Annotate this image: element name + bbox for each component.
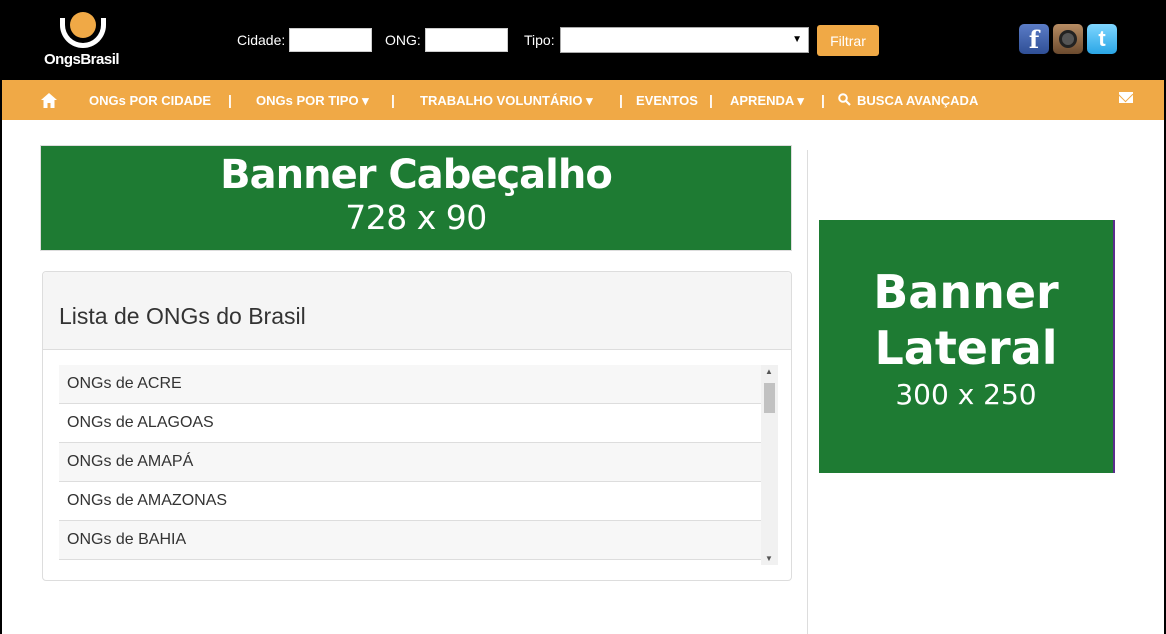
tipo-filter: Tipo: [524,28,559,52]
twitter-icon[interactable]: t [1087,24,1117,54]
camera-lens-icon [1059,30,1077,48]
nav-aprenda[interactable]: APRENDA ▾ [730,93,804,109]
nav-separator: | [228,92,232,108]
column-divider [807,150,808,634]
ongsbrasil-logo[interactable]: OngsBrasil [42,8,130,70]
scroll-thumb[interactable] [764,383,775,413]
side-banner-title-line2: Lateral [874,321,1058,375]
main-nav: ONGs POR CIDADE | ONGs POR TIPO ▾ | TRAB… [2,80,1164,120]
ong-filter: ONG: [385,28,508,52]
header-banner-ad[interactable]: Banner Cabeçalho 728 x 90 [40,145,792,251]
list-item[interactable]: ONGs de AMAPÁ [59,443,761,482]
home-icon[interactable] [41,93,57,108]
cidade-input[interactable] [289,28,373,52]
logo-arc-icon [60,18,106,48]
header-banner-size: 728 x 90 [345,198,487,237]
scroll-down-icon[interactable]: ▼ [765,554,773,563]
list-item[interactable]: ONGs de ALAGOAS [59,404,761,443]
instagram-icon[interactable] [1053,24,1083,54]
page: OngsBrasil Cidade: ONG: Tipo: ▼ Filtrar … [2,0,1164,634]
nav-separator: | [391,92,395,108]
tipo-label: Tipo: [524,32,555,48]
nav-busca-avancada[interactable]: BUSCA AVANÇADA [857,93,978,108]
header-banner-title: Banner Cabeçalho [220,152,613,198]
tipo-select[interactable]: ▼ [560,27,809,53]
nav-ongs-por-tipo[interactable]: ONGs POR TIPO ▾ [256,93,369,109]
list-item[interactable]: ONGs de AMAZONAS [59,482,761,521]
cidade-filter: Cidade: [237,28,373,52]
ong-list-panel: Lista de ONGs do Brasil ONGs de ACRE ONG… [42,271,792,581]
side-banner-title-line1: Banner [873,265,1059,319]
list-scrollbar[interactable]: ▲ ▼ [761,365,778,565]
state-list: ONGs de ACRE ONGs de ALAGOAS ONGs de AMA… [59,365,777,565]
nav-trabalho-voluntario[interactable]: TRABALHO VOLUNTÁRIO ▾ [420,93,593,109]
nav-separator: | [821,92,825,108]
search-icon [838,93,851,106]
ong-label: ONG: [385,32,421,48]
scroll-up-icon[interactable]: ▲ [765,367,773,376]
ong-input[interactable] [424,28,508,52]
nav-separator: | [619,92,623,108]
nav-eventos[interactable]: EVENTOS [636,93,698,108]
side-banner-title: Banner Lateral [819,264,1113,376]
list-item[interactable]: ONGs de BAHIA [59,521,761,560]
side-banner-size: 300 x 250 [895,378,1037,411]
logo-text: OngsBrasil [44,51,120,68]
mail-icon[interactable] [1119,92,1133,103]
facebook-icon[interactable]: f [1019,24,1049,54]
dropdown-caret-icon: ▼ [792,34,802,45]
list-item[interactable]: ONGs de ACRE [59,365,761,404]
filtrar-button[interactable]: Filtrar [817,25,879,56]
nav-separator: | [709,92,713,108]
nav-ongs-por-cidade[interactable]: ONGs POR CIDADE [89,93,211,108]
top-header: OngsBrasil Cidade: ONG: Tipo: ▼ Filtrar … [2,0,1164,80]
side-banner-ad[interactable]: Banner Lateral 300 x 250 [819,220,1115,473]
panel-title: Lista de ONGs do Brasil [59,303,306,329]
cidade-label: Cidade: [237,32,286,48]
